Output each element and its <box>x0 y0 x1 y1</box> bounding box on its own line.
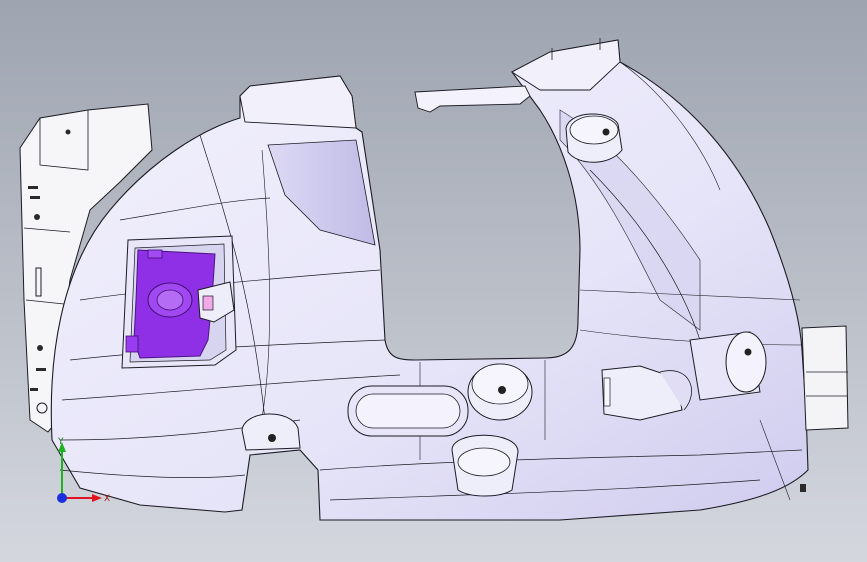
upper-right-boss[interactable] <box>565 113 623 163</box>
slot-boss[interactable] <box>347 385 469 437</box>
model-view[interactable]: Y X <box>0 0 867 562</box>
triad-x-label: X <box>104 494 110 504</box>
graphics-viewport[interactable]: Y X <box>0 0 867 562</box>
mounting-boss-center[interactable] <box>467 363 533 421</box>
triad-y-label: Y <box>57 437 64 447</box>
mounting-boss-lower-left[interactable] <box>241 413 301 451</box>
drain-cup[interactable] <box>451 434 519 497</box>
right-cylinder-boss[interactable] <box>689 331 767 401</box>
